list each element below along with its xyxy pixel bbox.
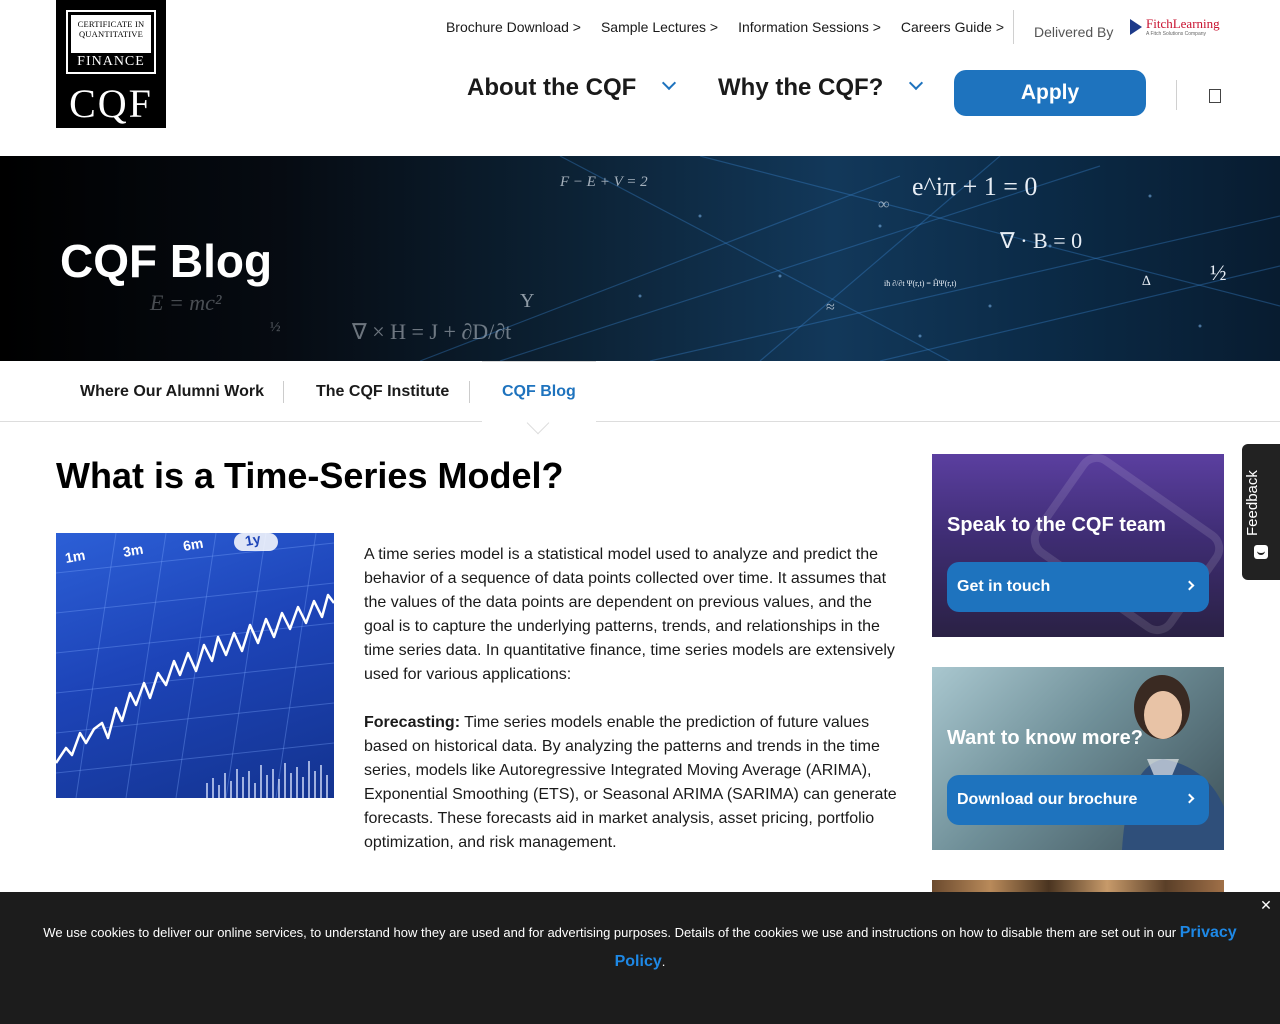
cookie-end: . [661, 954, 666, 969]
nav-why-label: Why the CQF? [718, 74, 884, 101]
equation-9: ≈ [826, 299, 835, 316]
cookie-text: We use cookies to deliver our online ser… [43, 925, 1180, 940]
equation-10: Υ [520, 290, 535, 312]
link-information-sessions[interactable]: Information Sessions > [738, 19, 881, 35]
subnav-item-alumni[interactable]: Where Our Alumni Work [80, 383, 264, 401]
nav-about-cqf[interactable]: About the CQF [467, 74, 677, 102]
section-subnav: Where Our Alumni Work The CQF Institute … [0, 361, 1280, 422]
search-icon[interactable] [1209, 89, 1221, 103]
chevron-down-icon [661, 75, 677, 91]
subnav-divider [283, 381, 284, 403]
feedback-tab[interactable]: Feedback [1242, 444, 1280, 580]
apply-button[interactable]: Apply [954, 70, 1146, 116]
logo-line2: QUANTITATIVE [78, 29, 144, 39]
fitch-name: FitchLearning [1146, 16, 1220, 31]
chevron-right-icon [1184, 580, 1195, 591]
logo-line3: FINANCE [77, 54, 145, 69]
article-intro: A time series model is a statistical mod… [364, 546, 895, 683]
stock-chart-illustration: 1m 3m 6m 1y [56, 533, 334, 798]
article-forecasting: Forecasting: Time series models enable t… [364, 711, 904, 855]
delivered-by-label: Delivered By [1034, 24, 1114, 40]
get-in-touch-label: Get in touch [957, 578, 1051, 595]
site-header: CERTIFICATE IN QUANTITATIVE FINANCE CQF … [0, 0, 1280, 156]
brochure-card: Want to know more? Download our brochure [932, 667, 1224, 850]
utility-links: Brochure Download > Sample Lectures > In… [446, 19, 1004, 35]
range-3m: 3m [122, 541, 145, 560]
speak-card-title: Speak to the CQF team [947, 514, 1166, 536]
equation-3: ∇ · B = 0 [1000, 228, 1083, 253]
equation-2: e^iπ + 1 = 0 [912, 172, 1038, 201]
header-divider-2 [1176, 80, 1177, 110]
logo-mark: CQF [69, 81, 153, 126]
cookie-message: We use cookies to deliver our online ser… [20, 918, 1260, 976]
link-brochure-download[interactable]: Brochure Download > [446, 19, 581, 35]
fitch-tagline: A Fitch Solutions Company [1146, 31, 1207, 37]
download-brochure-label: Download our brochure [957, 791, 1138, 808]
get-in-touch-button[interactable]: Get in touch [947, 562, 1209, 612]
close-icon[interactable]: ✕ [1259, 898, 1273, 912]
logo-line1: CERTIFICATE IN [77, 19, 145, 29]
cqf-logo[interactable]: CERTIFICATE IN QUANTITATIVE FINANCE CQF [56, 0, 166, 128]
logo-text: CERTIFICATE IN QUANTITATIVE [71, 15, 151, 53]
page-hero-title: CQF Blog [60, 235, 273, 287]
subnav-item-institute[interactable]: The CQF Institute [316, 383, 449, 401]
chevron-down-icon [908, 75, 924, 91]
hero-banner: F − E + V = 2 e^iπ + 1 = 0 ∇ · B = 0 E =… [0, 156, 1280, 361]
equation-1: F − E + V = 2 [560, 174, 648, 190]
equation-11: ∞ [878, 196, 890, 213]
chevron-right-icon [1184, 793, 1195, 804]
equation-8: ∆ [1142, 274, 1151, 289]
price-line [56, 593, 334, 764]
range-1y: 1y [244, 533, 262, 549]
article-body: A time series model is a statistical mod… [364, 543, 904, 879]
equation-6: ½ [1210, 260, 1227, 285]
subnav-item-blog[interactable]: CQF Blog [502, 383, 576, 401]
speak-to-team-card: Speak to the CQF team Get in touch [932, 454, 1224, 637]
download-brochure-button[interactable]: Download our brochure [947, 775, 1209, 825]
fitch-learning-logo[interactable]: FitchLearning A Fitch Solutions Company [1130, 16, 1224, 38]
header-divider [1013, 10, 1014, 44]
equation-5: ∇ × H = J + ∂D/∂t [352, 319, 512, 344]
equation-12: iħ ∂/∂t Ψ(r,t) = ĤΨ(r,t) [884, 279, 957, 288]
feedback-icon [1254, 545, 1268, 559]
range-1m: 1m [64, 547, 87, 566]
nav-about-label: About the CQF [467, 74, 637, 101]
link-sample-lectures[interactable]: Sample Lectures > [601, 19, 718, 35]
subnav-divider [469, 381, 470, 403]
equation-7: ½ [270, 320, 281, 335]
article-image: 1m 3m 6m 1y [56, 533, 334, 798]
range-6m: 6m [182, 535, 205, 554]
equation-4: E = mc² [150, 290, 222, 315]
feedback-label: Feedback [1244, 470, 1261, 536]
cookie-banner: ✕ We use cookies to deliver our online s… [0, 892, 1280, 1024]
article-title: What is a Time-Series Model? [56, 455, 564, 496]
logo-box: CERTIFICATE IN QUANTITATIVE FINANCE [66, 10, 156, 74]
link-careers-guide[interactable]: Careers Guide > [901, 19, 1004, 35]
fitch-arrow-icon [1130, 19, 1142, 35]
forecasting-text: Time series models enable the prediction… [364, 714, 897, 851]
forecasting-label: Forecasting: [364, 714, 461, 731]
nav-why-cqf[interactable]: Why the CQF? [718, 74, 924, 102]
brochure-card-title: Want to know more? [947, 727, 1143, 749]
